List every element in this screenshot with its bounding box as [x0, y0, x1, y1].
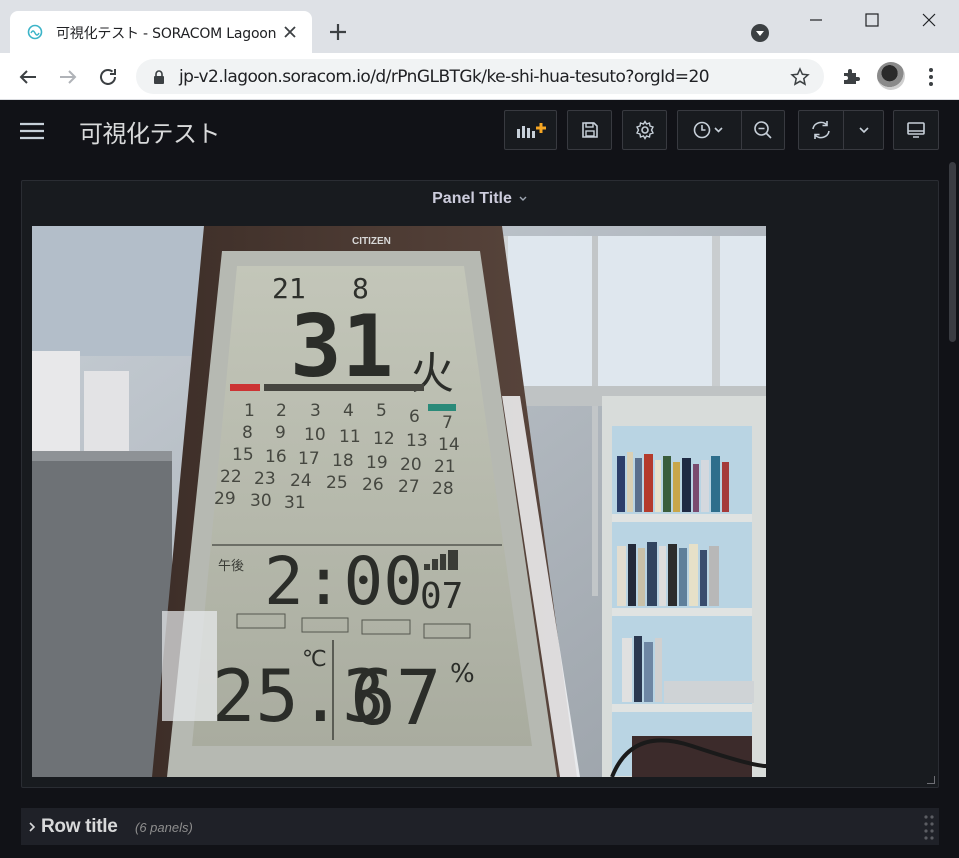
- maximize-icon[interactable]: [860, 8, 884, 32]
- dashboard-navbar: 可視化テスト: [0, 101, 959, 158]
- tv-mode-button[interactable]: [893, 110, 939, 150]
- extensions-icon[interactable]: [840, 65, 862, 87]
- row-panel-count: (6 panels): [135, 820, 193, 835]
- svg-text:9: 9: [275, 423, 286, 443]
- svg-text:25: 25: [326, 473, 348, 493]
- clock-photo: CITIZEN 21 8 31 火 1 2 3 4 5 6 7 8 9 10 1…: [32, 226, 766, 777]
- svg-text:11: 11: [339, 427, 361, 447]
- lcd-weekday: 火: [410, 348, 454, 399]
- svg-text:31: 31: [284, 493, 306, 513]
- svg-text:16: 16: [265, 447, 287, 467]
- chevron-down-icon[interactable]: [518, 195, 528, 203]
- svg-text:28: 28: [432, 479, 454, 499]
- svg-text:19: 19: [366, 453, 388, 473]
- time-picker-button[interactable]: [678, 111, 741, 149]
- zoom-out-icon: [754, 121, 772, 139]
- svg-text:26: 26: [362, 475, 384, 495]
- panel-resize-handle[interactable]: [927, 776, 935, 784]
- svg-text:7: 7: [442, 413, 453, 433]
- lcd-humidity-unit: %: [450, 659, 475, 689]
- bookmark-star-icon[interactable]: [790, 67, 810, 87]
- row-title[interactable]: Row title: [41, 816, 118, 838]
- panel-title[interactable]: Panel Title: [432, 190, 512, 207]
- chevron-down-icon: [858, 127, 869, 134]
- svg-text:14: 14: [438, 435, 460, 455]
- svg-text:29: 29: [214, 489, 236, 509]
- add-panel-button[interactable]: [504, 110, 557, 150]
- lock-icon[interactable]: [152, 69, 166, 85]
- browser-tab[interactable]: 可視化テスト - SORACOM Lagoon: [10, 11, 312, 53]
- minimize-icon[interactable]: [804, 8, 828, 32]
- svg-text:5: 5: [376, 401, 387, 421]
- browser-tabstrip: 可視化テスト - SORACOM Lagoon: [0, 0, 959, 53]
- refresh-icon: [812, 121, 830, 139]
- svg-text:6: 6: [409, 407, 420, 427]
- panel-header[interactable]: Panel Title: [22, 190, 938, 208]
- url-text[interactable]: jp-v2.lagoon.soracom.io/d/rPnGLBTGk/ke-s…: [179, 67, 710, 87]
- svg-text:21: 21: [434, 457, 456, 477]
- close-window-icon[interactable]: [917, 8, 941, 32]
- lcd-time: 2:00: [264, 543, 423, 620]
- address-bar[interactable]: jp-v2.lagoon.soracom.io/d/rPnGLBTGk/ke-s…: [136, 59, 824, 94]
- lagoon-favicon-icon: [27, 24, 43, 40]
- svg-text:20: 20: [400, 455, 422, 475]
- dashboard-row[interactable]: Row title (6 panels): [21, 808, 939, 845]
- svg-text:13: 13: [406, 431, 428, 451]
- svg-text:17: 17: [298, 449, 320, 469]
- forward-icon[interactable]: [56, 65, 80, 89]
- back-icon[interactable]: [16, 65, 40, 89]
- lcd-temperature-unit: ℃: [302, 647, 327, 672]
- save-dashboard-button[interactable]: [567, 110, 612, 150]
- dashboard-title[interactable]: 可視化テスト: [79, 114, 221, 149]
- page-scrollbar[interactable]: [949, 162, 956, 342]
- svg-text:3: 3: [310, 401, 321, 421]
- drag-handle-icon[interactable]: [923, 814, 935, 840]
- close-tab-icon[interactable]: [281, 23, 299, 41]
- profile-avatar[interactable]: [877, 62, 905, 90]
- sunday-marker: [230, 384, 260, 391]
- lcd-day: 31: [290, 297, 394, 397]
- tab-title: 可視化テスト - SORACOM Lagoon: [56, 26, 277, 42]
- dashboard-panel: Panel Title CITIZEN 21 8 31 火 1 2 3 4 5 …: [21, 180, 939, 788]
- browser-menu-icon[interactable]: [921, 65, 941, 89]
- brand-label: CITIZEN: [352, 236, 391, 247]
- settings-icon: [635, 120, 654, 140]
- time-picker-group: [677, 110, 785, 150]
- add-panel-icon: [516, 123, 546, 138]
- svg-text:10: 10: [304, 425, 326, 445]
- refresh-interval-dropdown[interactable]: [844, 111, 883, 149]
- saturday-marker: [428, 404, 456, 411]
- reload-icon[interactable]: [96, 65, 120, 89]
- new-tab-icon[interactable]: [327, 21, 349, 43]
- svg-text:4: 4: [343, 401, 354, 421]
- svg-text:23: 23: [254, 469, 276, 489]
- zoom-out-button[interactable]: [742, 111, 784, 149]
- chevron-right-icon[interactable]: [27, 821, 37, 833]
- lcd-humidity: 67: [350, 653, 442, 742]
- svg-text:15: 15: [232, 445, 254, 465]
- svg-text:30: 30: [250, 491, 272, 511]
- save-icon: [581, 122, 598, 138]
- tab-search-icon[interactable]: [750, 23, 770, 43]
- svg-text:2: 2: [276, 401, 287, 421]
- svg-text:27: 27: [398, 477, 420, 497]
- hamburger-menu-icon[interactable]: [19, 122, 45, 140]
- svg-text:18: 18: [332, 451, 354, 471]
- camera-snapshot-image: CITIZEN 21 8 31 火 1 2 3 4 5 6 7 8 9 10 1…: [32, 226, 766, 777]
- svg-text:24: 24: [290, 471, 312, 491]
- tv-icon: [907, 122, 925, 138]
- clock-icon: [693, 121, 723, 139]
- lcd-seconds: 07: [420, 576, 463, 617]
- svg-text:22: 22: [220, 467, 242, 487]
- svg-text:8: 8: [242, 423, 253, 443]
- browser-toolbar: jp-v2.lagoon.soracom.io/d/rPnGLBTGk/ke-s…: [0, 53, 959, 100]
- refresh-button[interactable]: [799, 111, 843, 149]
- lcd-ampm: 午後: [218, 559, 244, 574]
- dashboard-settings-button[interactable]: [622, 110, 667, 150]
- refresh-group: [798, 110, 884, 150]
- svg-text:12: 12: [373, 429, 395, 449]
- svg-text:1: 1: [244, 401, 255, 421]
